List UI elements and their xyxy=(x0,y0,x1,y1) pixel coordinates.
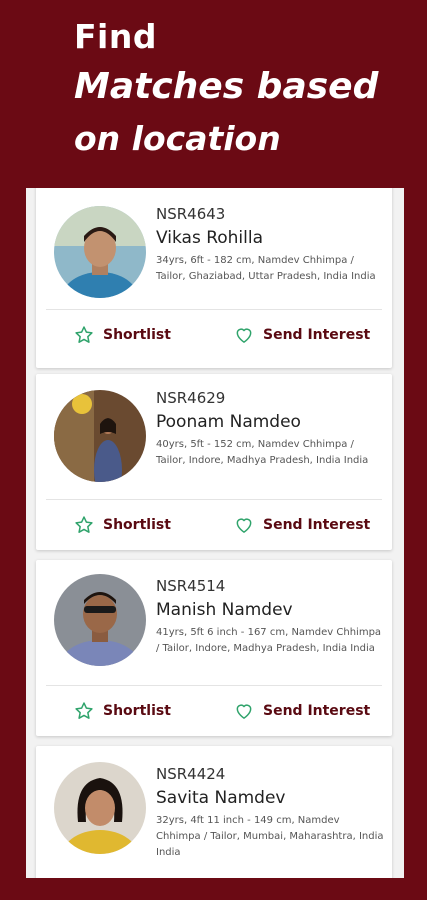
shortlist-label: Shortlist xyxy=(103,327,171,343)
profile-info: NSR4643 Vikas Rohilla 34yrs, 6ft - 182 c… xyxy=(156,204,384,285)
profile-info: NSR4424 Savita Namdev 32yrs, 4ft 11 inch… xyxy=(156,764,384,861)
star-icon xyxy=(75,516,93,533)
card-actions: Shortlist Send Interest xyxy=(36,691,392,731)
profile-card[interactable]: NSR4514 Manish Namdev 41yrs, 5ft 6 inch … xyxy=(36,560,392,736)
profile-info: NSR4629 Poonam Namdeo 40yrs, 5ft - 152 c… xyxy=(156,388,384,469)
profile-id: NSR4424 xyxy=(156,765,226,783)
star-icon xyxy=(75,326,93,343)
send-interest-label: Send Interest xyxy=(263,327,371,343)
send-interest-button[interactable]: Send Interest xyxy=(234,505,370,545)
promo-headline: Find Matches based on location xyxy=(74,14,378,164)
divider xyxy=(46,499,382,500)
profile-id: NSR4514 xyxy=(156,577,226,595)
avatar[interactable] xyxy=(54,762,146,854)
profile-details: 34yrs, 6ft - 182 cm, Namdev Chhimpa / Ta… xyxy=(156,255,376,282)
promo-line-1: Find xyxy=(74,17,157,56)
send-interest-label: Send Interest xyxy=(263,703,371,719)
divider xyxy=(46,685,382,686)
profile-details: 41yrs, 5ft 6 inch - 167 cm, Namdev Chhim… xyxy=(156,627,382,654)
avatar[interactable] xyxy=(54,390,146,482)
shortlist-button[interactable]: Shortlist xyxy=(74,505,171,545)
promo-line-3: on location xyxy=(74,119,281,158)
profile-photo-icon xyxy=(54,390,146,482)
profile-id: NSR4629 xyxy=(156,389,226,407)
profile-details: 32yrs, 4ft 11 inch - 149 cm, Namdev Chhi… xyxy=(156,815,384,858)
shortlist-button[interactable]: Shortlist xyxy=(74,691,171,731)
profile-card[interactable]: NSR4629 Poonam Namdeo 40yrs, 5ft - 152 c… xyxy=(36,374,392,550)
heart-icon xyxy=(236,328,252,343)
profile-name[interactable]: Vikas Rohilla xyxy=(156,226,384,250)
heart-icon xyxy=(236,518,252,533)
shortlist-label: Shortlist xyxy=(103,517,171,533)
profile-photo-icon xyxy=(54,574,146,666)
card-actions: Shortlist Send Interest xyxy=(36,315,392,355)
star-icon xyxy=(75,702,93,719)
promo-line-2: Matches based xyxy=(74,66,379,107)
profile-details: 40yrs, 5ft - 152 cm, Namdev Chhimpa / Ta… xyxy=(156,439,369,466)
send-interest-label: Send Interest xyxy=(263,517,371,533)
profile-name[interactable]: Poonam Namdeo xyxy=(156,410,384,434)
profile-name[interactable]: Savita Namdev xyxy=(156,786,384,810)
profile-id: NSR4643 xyxy=(156,205,226,223)
send-interest-button[interactable]: Send Interest xyxy=(234,315,370,355)
send-interest-button[interactable]: Send Interest xyxy=(234,691,370,731)
profile-name[interactable]: Manish Namdev xyxy=(156,598,384,622)
phone-screen: NSR4643 Vikas Rohilla 34yrs, 6ft - 182 c… xyxy=(26,188,404,878)
divider xyxy=(46,309,382,310)
shortlist-label: Shortlist xyxy=(103,703,171,719)
profile-card[interactable]: NSR4643 Vikas Rohilla 34yrs, 6ft - 182 c… xyxy=(36,188,392,368)
profile-photo-icon xyxy=(54,762,146,854)
profile-photo-icon xyxy=(54,206,146,298)
profile-info: NSR4514 Manish Namdev 41yrs, 5ft 6 inch … xyxy=(156,576,384,657)
avatar[interactable] xyxy=(54,206,146,298)
profile-card[interactable]: NSR4424 Savita Namdev 32yrs, 4ft 11 inch… xyxy=(36,746,392,878)
avatar[interactable] xyxy=(54,574,146,666)
heart-icon xyxy=(236,704,252,719)
card-actions: Shortlist Send Interest xyxy=(36,505,392,545)
shortlist-button[interactable]: Shortlist xyxy=(74,315,171,355)
